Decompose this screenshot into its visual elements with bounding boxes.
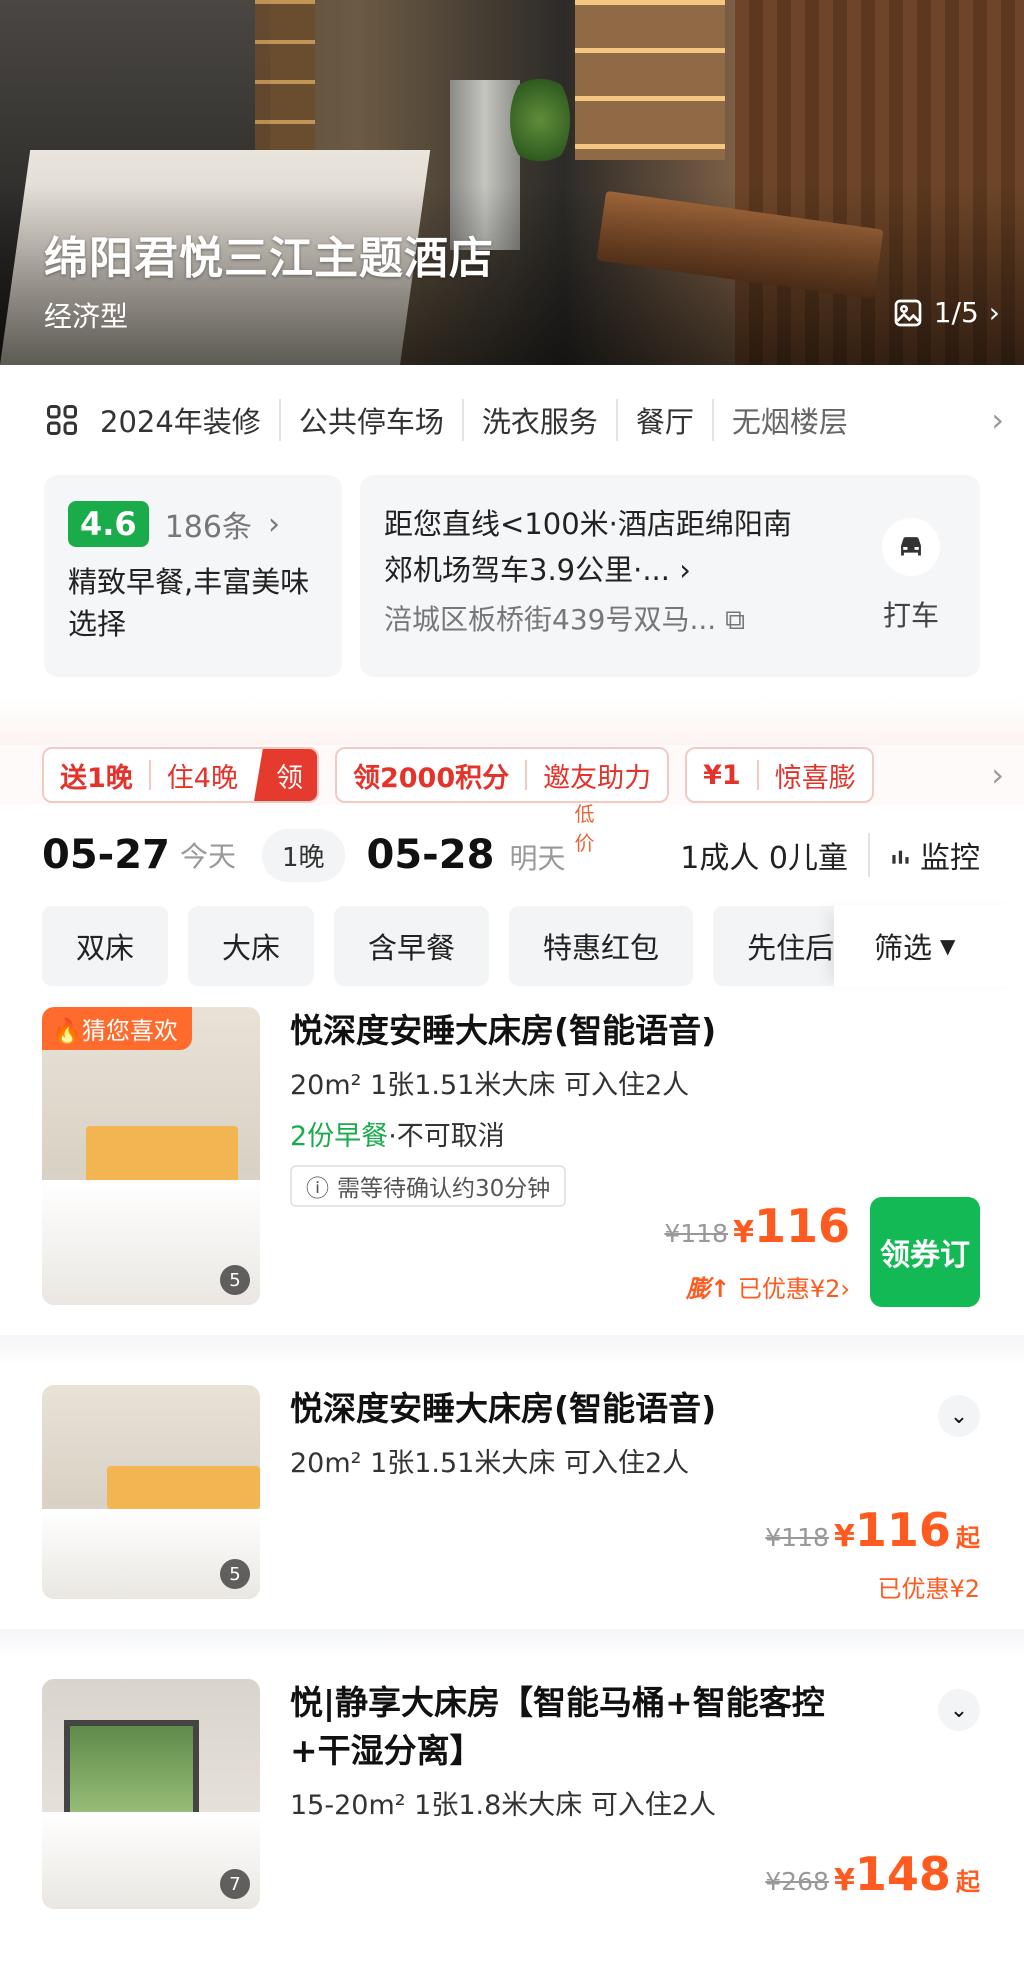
original-price: ¥268 bbox=[765, 1867, 829, 1896]
checkout-label: 明天 bbox=[509, 842, 566, 875]
hero-photo[interactable]: 绵阳君悦三江主题酒店 经济型 1/5 › bbox=[0, 0, 1024, 365]
chevron-down-icon: ⌄ bbox=[949, 1403, 969, 1429]
facility-item: 无烟楼层 bbox=[731, 405, 848, 439]
filter-button[interactable]: 筛选 ▼ bbox=[834, 905, 1024, 987]
info-icon: ⓘ bbox=[306, 1176, 329, 1202]
taxi-label: 打车 bbox=[882, 599, 939, 632]
photo-count: 5 bbox=[220, 1559, 250, 1589]
room-name: 悦|静享大床房【智能马桶+智能客控+干湿分离】 bbox=[290, 1683, 825, 1770]
rating-score: 4.6 bbox=[68, 501, 149, 547]
room-spec: 15-20m² 1张1.8米大床 可入住2人 bbox=[290, 1790, 717, 1821]
filter-chips[interactable]: 双床 大床 含早餐 特惠红包 先住后 筛选 ▼ bbox=[0, 905, 1024, 987]
confirm-wait-tag: ⓘ 需等待确认约30分钟 bbox=[290, 1165, 567, 1207]
facilities-bar[interactable]: 2024年装修 公共停车场 洗衣服务 餐厅 无烟楼层 › bbox=[0, 365, 1024, 475]
copy-icon[interactable]: ⧉ bbox=[725, 603, 745, 636]
filter-breakfast[interactable]: 含早餐 bbox=[334, 906, 490, 986]
low-price-badge: 低价 bbox=[574, 802, 595, 855]
discount-info: 已优惠¥2 bbox=[877, 1575, 980, 1603]
price-suffix: 起 bbox=[956, 1868, 980, 1896]
date-selector[interactable]: 05-27 今天 1晚 05-28 明天 低价 1成人 0儿童 监控 bbox=[0, 802, 1024, 905]
room-price: ¥116 bbox=[733, 1199, 850, 1253]
room-photo[interactable]: 5 bbox=[42, 1385, 260, 1599]
facility-item: 2024年装修 bbox=[100, 399, 281, 441]
price-monitor-button[interactable]: 监控 bbox=[868, 833, 980, 877]
caret-down-icon: ▼ bbox=[940, 934, 956, 958]
facility-item: 餐厅 bbox=[618, 399, 714, 441]
recommend-tag: 🔥猜您喜欢 bbox=[42, 1007, 192, 1050]
location-card[interactable]: 距您直线<100米·酒店距绵阳南 郊机场驾车3.9公里·... › 涪城区板桥街… bbox=[360, 475, 980, 677]
chart-icon bbox=[892, 850, 909, 864]
image-icon bbox=[894, 299, 922, 326]
chevron-right-icon: › bbox=[679, 553, 691, 587]
hotel-category: 经济型 bbox=[44, 300, 129, 333]
checkin-label: 今天 bbox=[179, 840, 236, 873]
room-card[interactable]: 7 悦|静享大床房【智能马桶+智能客控+干湿分离】 15-20m² 1张1.8米… bbox=[0, 1679, 1024, 1909]
room-price: ¥116 bbox=[834, 1503, 951, 1557]
address-text: 涪城区板桥街439号双马... bbox=[384, 603, 717, 636]
claim-button[interactable]: 领 bbox=[253, 749, 317, 801]
room-policy: 2份早餐·不可取消 bbox=[290, 1121, 505, 1152]
promo-points[interactable]: 领2000积分 邀友助力 bbox=[334, 747, 670, 803]
hotel-name: 绵阳君悦三江主题酒店 bbox=[44, 233, 494, 284]
photo-count: 7 bbox=[220, 1869, 250, 1899]
rating-card[interactable]: 4.6 186条 › 精致早餐,丰富美味选择 bbox=[44, 475, 342, 677]
distance-text: 距您直线<100米·酒店距绵阳南 bbox=[384, 507, 792, 541]
room-name: 悦深度安睡大床房(智能语音) bbox=[290, 1389, 717, 1428]
room-spec: 20m² 1张1.51米大床 可入住2人 bbox=[290, 1448, 690, 1479]
flame-icon: 🔥 bbox=[52, 1017, 82, 1045]
chevron-right-icon[interactable]: › bbox=[991, 756, 1004, 794]
room-photo[interactable]: 🔥猜您喜欢 5 bbox=[42, 1007, 260, 1305]
rating-description: 精致早餐,丰富美味选择 bbox=[68, 565, 310, 641]
room-spec: 20m² 1张1.51米大床 可入住2人 bbox=[290, 1070, 690, 1101]
photo-counter: 1/5 bbox=[933, 296, 979, 329]
facility-item: 公共停车场 bbox=[281, 399, 464, 441]
original-price: ¥118 bbox=[664, 1219, 728, 1248]
promo-free-night[interactable]: 送1晚 住4晚 领 bbox=[42, 747, 319, 803]
expand-button[interactable]: ⌄ bbox=[938, 1689, 980, 1731]
original-price: ¥118 bbox=[765, 1523, 829, 1552]
review-count: 186条 bbox=[164, 510, 252, 545]
filter-king[interactable]: 大床 bbox=[188, 906, 315, 986]
promo-bar[interactable]: 送1晚 住4晚 领 领2000积分 邀友助力 ¥1 惊喜膨 › bbox=[0, 745, 1024, 805]
room-card[interactable]: 5 悦深度安睡大床房(智能语音) 20m² 1张1.51米大床 可入住2人 ⌄ … bbox=[0, 1385, 1024, 1603]
checkout-date[interactable]: 05-28 bbox=[367, 832, 495, 878]
checkin-date[interactable]: 05-27 bbox=[42, 832, 170, 878]
discount-info[interactable]: 膨↑ 已优惠¥2› bbox=[686, 1269, 850, 1304]
photo-count: 5 bbox=[220, 1265, 250, 1295]
chevron-right-icon[interactable]: › bbox=[991, 401, 1004, 439]
grid-icon bbox=[47, 405, 77, 435]
car-icon bbox=[882, 518, 940, 576]
guest-selector[interactable]: 1成人 0儿童 bbox=[680, 833, 848, 877]
chevron-right-icon: › bbox=[988, 296, 1000, 329]
nights-count: 1晚 bbox=[261, 828, 345, 882]
taxi-button[interactable]: 打车 bbox=[866, 501, 956, 651]
chevron-right-icon: › bbox=[267, 506, 280, 542]
expand-button[interactable]: ⌄ bbox=[938, 1395, 980, 1437]
price-suffix: 起 bbox=[956, 1524, 980, 1552]
filter-twin[interactable]: 双床 bbox=[42, 906, 169, 986]
facility-item: 洗衣服务 bbox=[464, 399, 618, 441]
room-card[interactable]: 🔥猜您喜欢 5 悦深度安睡大床房(智能语音) 20m² 1张1.51米大床 可入… bbox=[0, 1007, 1024, 1307]
room-price: ¥148 bbox=[834, 1847, 951, 1901]
chevron-down-icon: ⌄ bbox=[949, 1697, 969, 1723]
distance-text-2: 郊机场驾车3.9公里·... bbox=[384, 553, 670, 587]
room-name: 悦深度安睡大床房(智能语音) bbox=[290, 1011, 717, 1050]
room-photo[interactable]: 7 bbox=[42, 1679, 260, 1909]
promo-surprise[interactable]: ¥1 惊喜膨 bbox=[685, 747, 874, 803]
book-button[interactable]: 领券订 bbox=[870, 1197, 980, 1307]
filter-red-packet[interactable]: 特惠红包 bbox=[509, 906, 694, 986]
photo-gallery-button[interactable]: 1/5 › bbox=[892, 296, 1000, 329]
